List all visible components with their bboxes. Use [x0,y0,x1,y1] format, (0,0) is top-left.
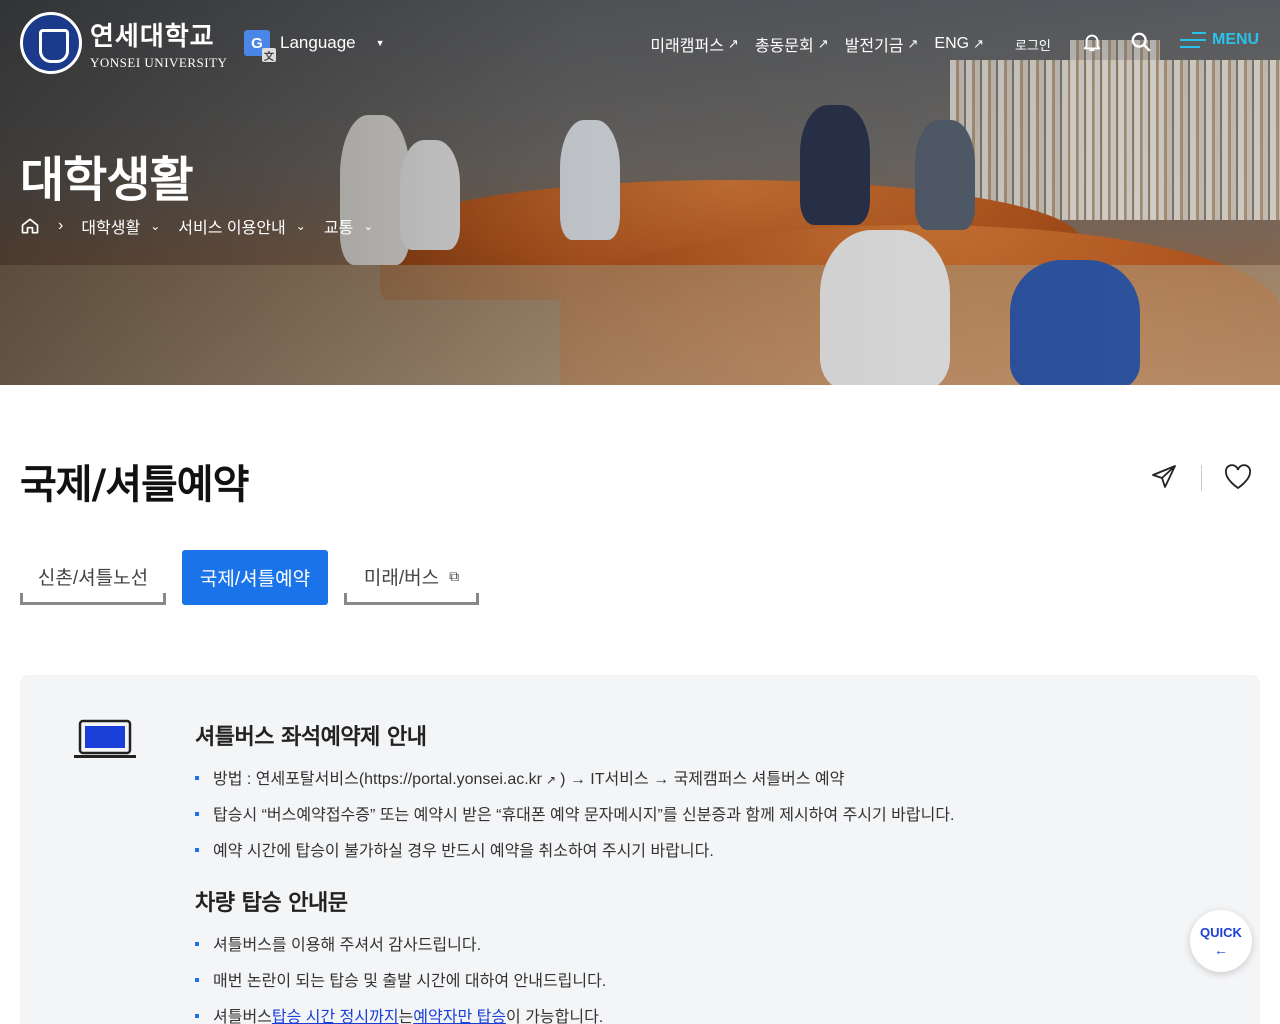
yonsei-logo[interactable]: 연세대학교 YONSEI UNIVERSITY [20,12,227,74]
list-item: 방법 : 연세포탈서비스(https://portal.yonsei.ac.kr… [195,765,844,789]
tab-label: 신촌/셔틀노선 [37,567,149,589]
list-item-text: 탑승시 “버스예약접수증” 또는 예약시 받은 “휴대폰 예약 문자메시지”를 … [213,807,955,824]
list-item-text: 매번 논란이 되는 탑승 및 출발 시간에 대하여 안내드립니다. [213,973,607,990]
nav-label: 미래캠퍼스 [650,38,724,55]
breadcrumb-services[interactable]: 서비스 이용안내 ⌄ [178,214,306,238]
breadcrumb-transport[interactable]: 교통 ⌄ [324,214,374,238]
list-item-text: 셔틀버스 [213,1009,272,1024]
list-item-text: 셔틀버스를 이용해 주셔서 감사드립니다. [213,937,482,954]
arrow-left-icon: ← [1214,941,1228,958]
nav-label: ENG [934,35,970,52]
chevron-right-icon: › [58,217,64,234]
logo-korean-text: 연세대학교 [90,21,215,52]
laptop-icon [74,719,136,758]
nav-label: 총동문회 [754,38,814,55]
breadcrumb-label: 대학생활 [81,220,141,237]
translate-icon: G [244,30,276,62]
breadcrumb-label: 교통 [323,220,354,237]
highlight-boarding-time: 탑승 시간 정시까지 [271,1009,399,1024]
section-title-seat-reservation: 셔틀버스 좌석예약제 안내 [195,725,427,750]
login-link[interactable]: 로그인 [1015,35,1051,54]
notice-panel: 셔틀버스 좌석예약제 안내 방법 : 연세포탈서비스(https://porta… [20,675,1260,1024]
share-icon[interactable] [1150,463,1178,491]
divider [1201,465,1202,491]
list-item-text: ) → IT서비스 → 국제캠퍼스 셔틀버스 예약 [560,771,845,788]
top-bar: 연세대학교 YONSEI UNIVERSITY G Language ▼ 미래캠… [0,0,1280,86]
external-arrow-icon: ↗ [727,36,739,51]
logo-english-text: YONSEI UNIVERSITY [90,54,228,70]
breadcrumb-campus-life[interactable]: 대학생활 ⌄ [81,214,160,238]
chevron-down-icon: ⌄ [295,219,306,233]
external-link-icon: ⧉ [449,567,460,584]
breadcrumb-label: 서비스 이용안내 [178,220,286,237]
list-item-text: 예약 시간에 탑승이 불가하실 경우 반드시 예약을 취소하여 주시기 바랍니다… [213,843,714,860]
external-arrow-icon: ↗ [817,36,829,51]
nav-development-fund[interactable]: 발전기금 ↗ [845,32,919,56]
quick-label: QUICK [1200,924,1242,940]
list-item: 탑승시 “버스예약접수증” 또는 예약시 받은 “휴대폰 예약 문자메시지”를 … [195,801,955,825]
list-item-text: 이 가능합니다. [506,1009,604,1024]
nav-mirae-campus[interactable]: 미래캠퍼스 ↗ [650,32,739,56]
tab-international-shuttle[interactable]: 국제/셔틀예약 [182,550,328,605]
search-icon[interactable] [1130,31,1152,53]
hamburger-icon [1180,30,1206,50]
list-item: 셔틀버스 탑승 시간 정시까지 는 예약자만 탑승 이 가능합니다. [195,1003,603,1024]
tab-bar: 신촌/셔틀노선 국제/셔틀예약 미래/버스 ⧉ [20,550,479,605]
utility-nav: 미래캠퍼스 ↗ 총동문회 ↗ 발전기금 ↗ ENG ↗ [650,32,984,56]
home-icon[interactable] [20,216,40,236]
nav-label: 발전기금 [844,38,904,55]
list-item: 셔틀버스를 이용해 주셔서 감사드립니다. [195,931,481,955]
list-item: 예약 시간에 탑승이 불가하실 경우 반드시 예약을 취소하여 주시기 바랍니다… [195,837,714,861]
dropdown-caret-icon: ▼ [375,38,385,48]
language-selector[interactable]: G Language ▼ [244,30,385,62]
chevron-down-icon: ⌄ [363,219,374,233]
bell-icon[interactable] [1081,31,1103,53]
list-item-text: 는 [398,1009,414,1024]
external-arrow-icon: ↗ [973,36,984,51]
breadcrumb: › 대학생활 ⌄ 서비스 이용안내 ⌄ 교통 ⌄ [20,214,391,238]
language-label: Language [280,33,356,52]
hero-title: 대학생활 [20,152,194,208]
quick-menu-button[interactable]: QUICK ← [1190,910,1252,972]
menu-button[interactable]: MENU [1180,30,1259,50]
external-arrow-icon: ↗ [907,36,919,51]
tab-mirae-bus[interactable]: 미래/버스 ⧉ [344,550,479,605]
page-title: 국제/셔틀예약 [20,462,249,508]
external-arrow-icon[interactable]: ↗ [546,773,556,787]
highlight-reservation-only: 예약자만 탑승 [413,1009,507,1024]
tab-label: 국제/셔틀예약 [199,569,311,590]
chevron-down-icon: ⌄ [150,219,161,233]
nav-english[interactable]: ENG ↗ [934,32,984,56]
heart-icon[interactable] [1224,464,1252,490]
list-item-text: 방법 : 연세포탈서비스(https://portal.yonsei.ac.kr [213,771,543,788]
tab-label: 미래/버스 [363,567,440,589]
list-item: 매번 논란이 되는 탑승 및 출발 시간에 대하여 안내드립니다. [195,967,606,991]
university-seal-icon [20,12,82,74]
tab-sinchon-shuttle[interactable]: 신촌/셔틀노선 [20,550,166,605]
section-title-boarding-notice: 차량 탑승 안내문 [195,891,348,916]
menu-label: MENU [1212,31,1260,48]
nav-alumni[interactable]: 총동문회 ↗ [755,32,829,56]
